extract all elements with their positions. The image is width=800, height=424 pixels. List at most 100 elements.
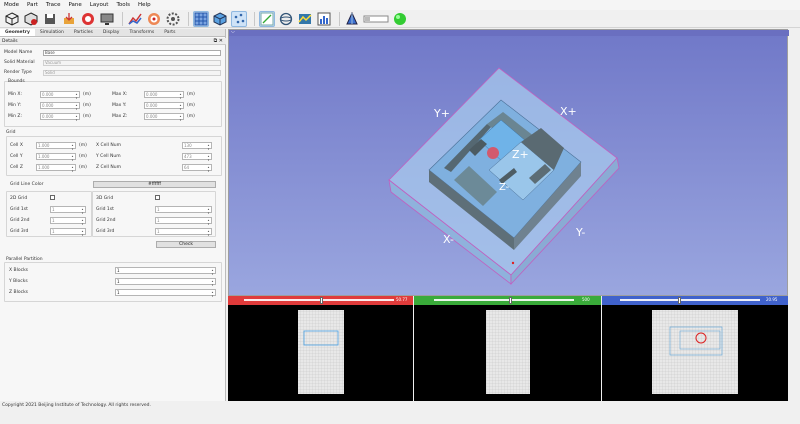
menu-pane[interactable]: Pane	[68, 2, 81, 8]
menu-bar: Mode Part Trace Pane Layout Tools Help	[0, 0, 800, 10]
origin-marker	[511, 261, 515, 265]
panel-tabs: Geometry Simulation Particles Display Tr…	[0, 29, 225, 37]
slice-y-slider-track[interactable]	[434, 299, 574, 301]
menu-tools[interactable]: Tools	[116, 2, 130, 8]
slice-view-x[interactable]: 50.77	[228, 296, 413, 401]
tab-display[interactable]: Display	[98, 29, 125, 36]
bar-chart-icon[interactable]	[316, 11, 332, 27]
min-z-unit: (m)	[83, 114, 91, 119]
z-cell-num-input[interactable]: 64	[182, 164, 212, 173]
x-cell-num-input[interactable]: 130	[182, 142, 212, 151]
cell-x-input[interactable]: 1.000	[36, 142, 76, 151]
grid-line-color-button[interactable]: #ffffff	[93, 181, 216, 188]
min-x-unit: (m)	[83, 92, 91, 97]
grid-3rd-right-input[interactable]: 1	[155, 228, 212, 237]
z-blocks-input[interactable]: 1	[115, 289, 216, 298]
grid-2nd-right-input[interactable]: 1	[155, 217, 212, 226]
solid-material-select[interactable]: Vacuum	[43, 60, 221, 66]
new-cube-button[interactable]	[4, 11, 20, 27]
cell-x-unit: (m)	[79, 143, 87, 148]
target-icon[interactable]	[146, 11, 162, 27]
x-blocks-input[interactable]: 1	[115, 267, 216, 276]
cell-z-unit: (m)	[79, 165, 87, 170]
3d-viewport[interactable]: ⌵ Y+ X+ Z+ Z- X- Y-	[228, 29, 789, 296]
grid-icon[interactable]	[193, 10, 209, 27]
slice-z-slider-track[interactable]	[620, 299, 760, 301]
gear-icon[interactable]	[165, 11, 181, 27]
slice-y-slider-bar: 500	[414, 296, 601, 305]
grid-2nd-input[interactable]: 1	[50, 217, 86, 226]
x-blocks-label: X Blocks	[9, 268, 29, 273]
menu-layout[interactable]: Layout	[90, 2, 109, 8]
slice-z-slider-handle[interactable]	[678, 297, 681, 304]
2d-grid-label: 2D Grid	[10, 196, 28, 201]
max-z-input[interactable]: 0.000	[144, 113, 184, 122]
properties-panel: Geometry Simulation Particles Display Tr…	[0, 29, 226, 401]
slice-x-slider-handle[interactable]	[320, 297, 323, 304]
toolbar	[0, 10, 800, 28]
green-status-icon[interactable]	[392, 11, 408, 27]
max-z-label: Max Z:	[112, 114, 128, 119]
grid-1st-right-input[interactable]: 1	[155, 206, 212, 215]
menu-part[interactable]: Part	[27, 2, 38, 8]
min-x-input[interactable]: 0.000	[40, 91, 80, 100]
tab-simulation[interactable]: Simulation	[35, 29, 69, 36]
cell-y-unit: (m)	[79, 154, 87, 159]
render-type-select[interactable]: Solid	[43, 70, 221, 76]
cube-view-icon[interactable]	[212, 11, 228, 27]
monitor-icon[interactable]	[99, 11, 115, 27]
slice-view-y[interactable]: 500	[414, 296, 601, 401]
panel-float-close-icon[interactable]: ⧉ ✕	[214, 38, 223, 45]
3d-model-scene	[388, 67, 620, 286]
tab-particles[interactable]: Particles	[69, 29, 98, 36]
render-type-label: Render Type	[4, 70, 32, 75]
slice-z-slider-bar: 20.95	[602, 296, 788, 305]
grid-3rd-label: Grid 3rd	[10, 229, 29, 234]
save-icon[interactable]	[42, 11, 58, 27]
app-window: Mode Part Trace Pane Layout Tools Help G…	[0, 0, 800, 424]
toolbar-separator	[254, 11, 255, 26]
cone-icon[interactable]	[344, 11, 360, 27]
menu-trace[interactable]: Trace	[46, 2, 61, 8]
tab-parts[interactable]: Parts	[159, 29, 180, 36]
3d-grid-checkbox[interactable]	[155, 195, 160, 200]
model-name-label: Model Name	[4, 50, 33, 55]
slice-view-z[interactable]: 20.95	[602, 296, 788, 401]
cell-y-input[interactable]: 1.000	[36, 153, 76, 162]
surface-icon[interactable]	[297, 11, 313, 27]
grid-3rd-input[interactable]: 1	[50, 228, 86, 237]
grid-1st-input[interactable]: 1	[50, 206, 86, 215]
panel-title: Details ⧉ ✕	[0, 38, 226, 45]
2d-grid-checkbox[interactable]	[50, 195, 55, 200]
min-y-input[interactable]: 0.000	[40, 102, 80, 111]
slice-y-slider-handle[interactable]	[509, 297, 512, 304]
check-button[interactable]: Check	[156, 241, 216, 248]
tab-geometry[interactable]: Geometry	[0, 29, 35, 36]
sphere-icon[interactable]	[278, 11, 294, 27]
import-icon[interactable]	[61, 11, 77, 27]
open-cube-button[interactable]	[23, 11, 39, 27]
cell-z-input[interactable]: 1.000	[36, 164, 76, 173]
min-z-label: Min Z:	[8, 114, 23, 119]
cell-y-label: Cell Y	[10, 154, 23, 159]
model-name-input[interactable]: Base	[43, 50, 221, 56]
axis-view-icon[interactable]	[259, 10, 275, 27]
max-y-unit: (m)	[187, 103, 195, 108]
max-x-input[interactable]: 0.000	[144, 91, 184, 100]
points-icon[interactable]	[231, 10, 247, 27]
menu-help[interactable]: Help	[138, 2, 151, 8]
x-cell-num-label: X Cell Num	[96, 143, 121, 148]
record-icon[interactable]	[80, 11, 96, 27]
slider-control-icon[interactable]	[363, 11, 389, 27]
slice-x-slider-bar: 50.77	[228, 296, 413, 305]
max-y-input[interactable]: 0.000	[144, 102, 184, 111]
axis-label-y-neg: Y-	[576, 226, 586, 239]
slice-x-slider-track[interactable]	[244, 299, 394, 301]
tab-transforms[interactable]: Transforms	[124, 29, 159, 36]
min-z-input[interactable]: 0.000	[40, 113, 80, 122]
cell-x-label: Cell X	[10, 143, 23, 148]
y-blocks-input[interactable]: 1	[115, 278, 216, 287]
menu-mode[interactable]: Mode	[4, 2, 19, 8]
chart-icon[interactable]	[127, 11, 143, 27]
y-cell-num-input[interactable]: 473	[182, 153, 212, 162]
